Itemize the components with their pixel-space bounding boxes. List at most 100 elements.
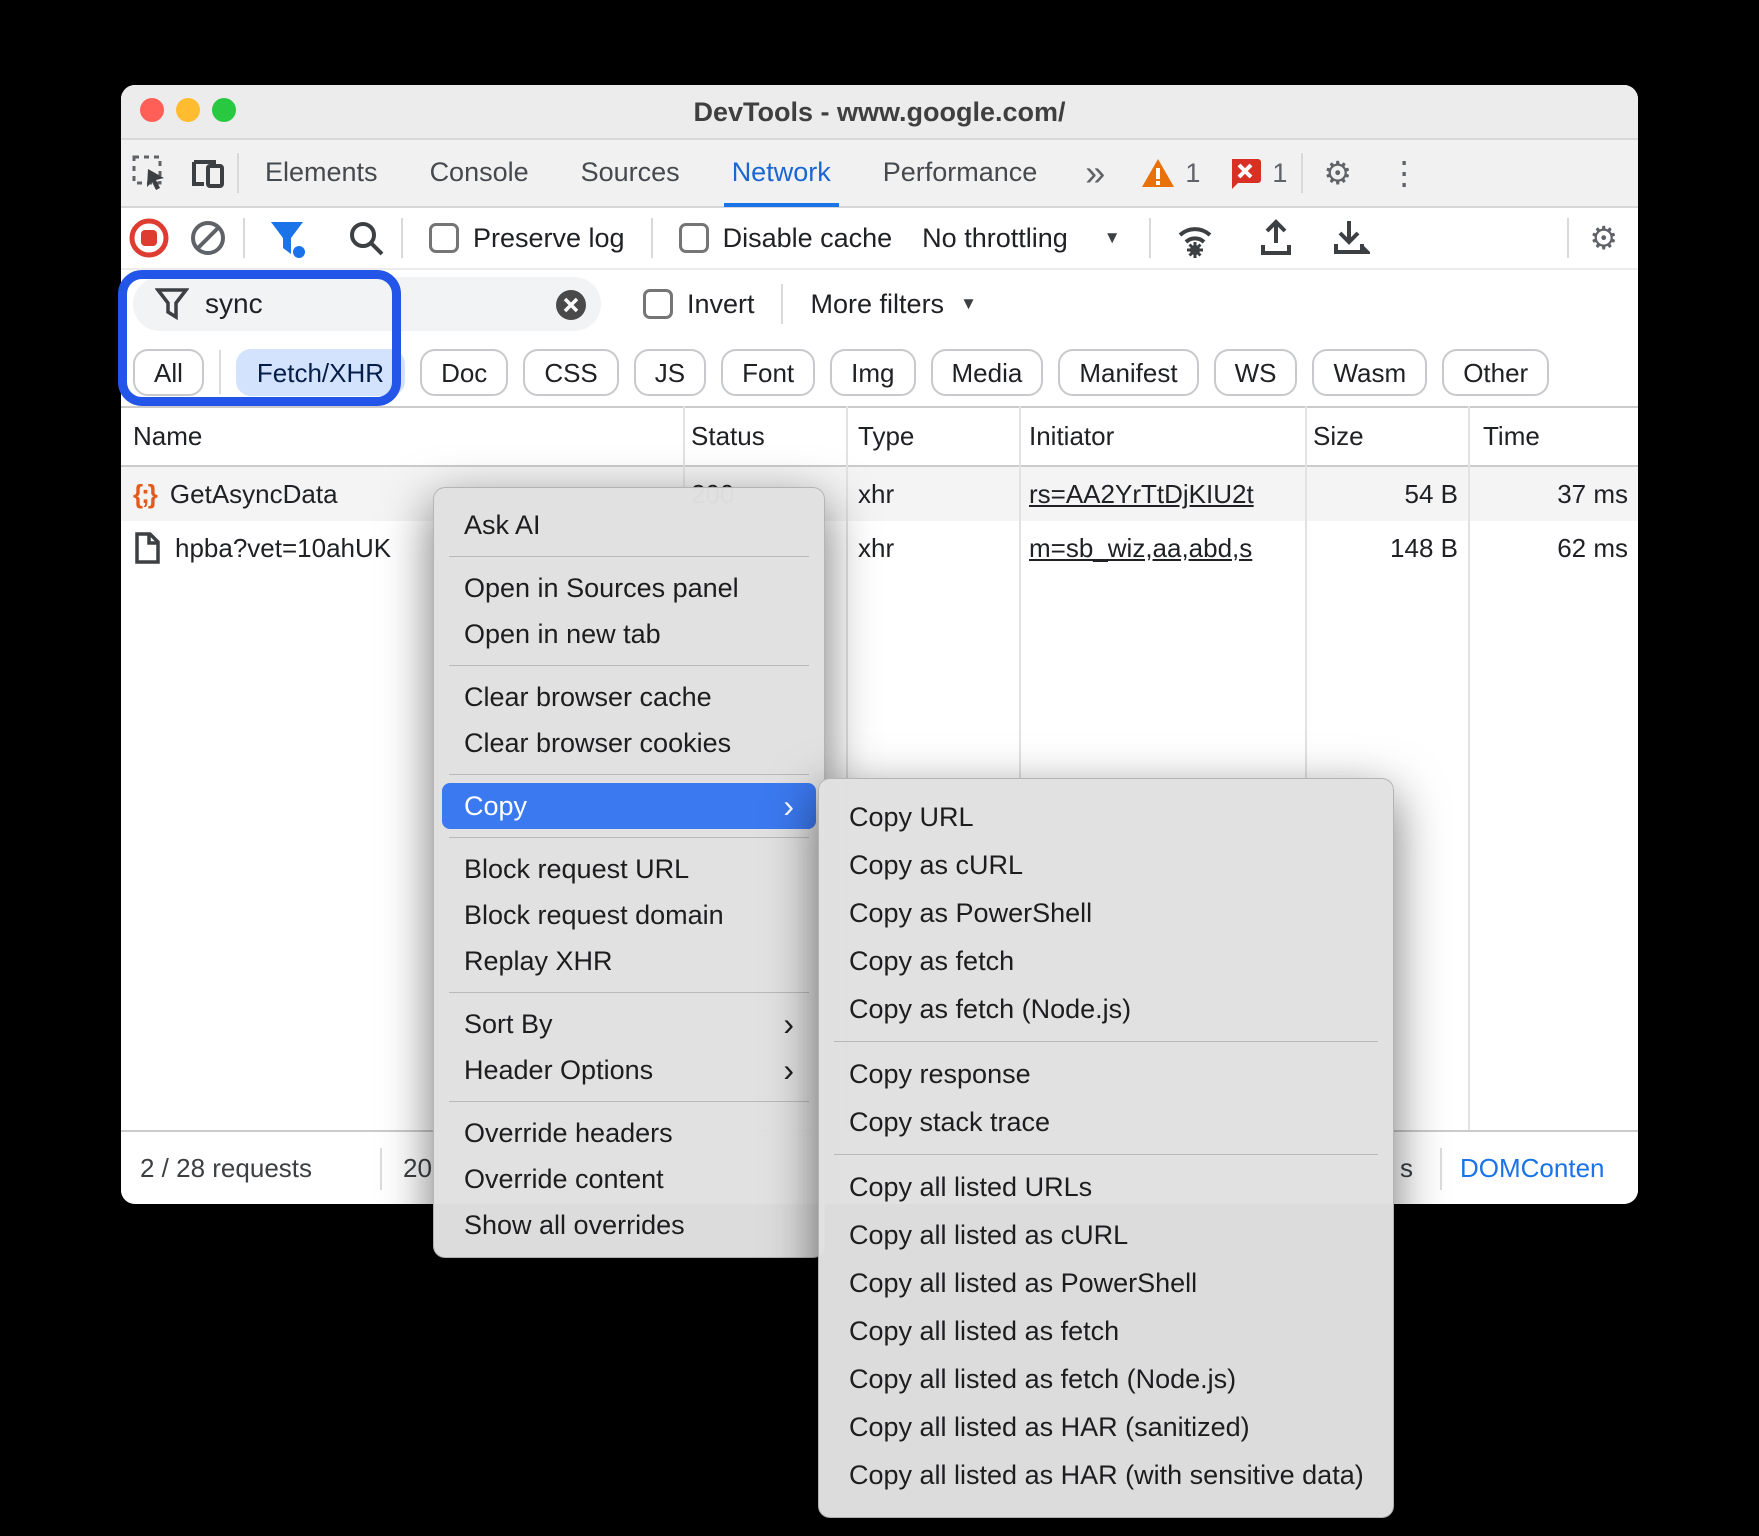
network-conditions-icon[interactable] [1151,217,1239,259]
menu-separator [449,837,809,838]
settings-gear-icon[interactable]: ⚙ [1303,141,1372,205]
requests-table-header: Name Status Type Initiator Size Time [121,408,1638,465]
column-header-time[interactable]: Time [1483,408,1540,465]
tab-console[interactable]: Console [404,139,555,207]
record-network-log-icon[interactable] [125,217,173,259]
domcontentloaded-label: DOMConten [1460,1132,1605,1204]
submenu-item-copy-as-fetch[interactable]: Copy as fetch [819,937,1393,985]
chip-img[interactable]: Img [830,349,915,396]
menu-item-open-in-new-tab[interactable]: Open in new tab [434,611,824,657]
submenu-item-copy-stack-trace[interactable]: Copy stack trace [819,1098,1393,1146]
copy-submenu: Copy URL Copy as cURL Copy as PowerShell… [818,778,1394,1518]
json-braces-icon: {;} [133,467,156,521]
table-row[interactable]: {;}GetAsyncData 200 xhr rs=AA2YrTtDjKIU2… [121,467,1638,521]
column-header-status[interactable]: Status [691,408,765,465]
tab-elements[interactable]: Elements [239,139,404,207]
kebab-menu-icon[interactable]: ⋮ [1372,141,1436,205]
menu-item-show-all-overrides[interactable]: Show all overrides [434,1202,824,1248]
throttling-select[interactable]: No throttling ▼ [922,223,1120,254]
submenu-item-copy-all-listed-as-har-sanitized[interactable]: Copy all listed as HAR (sanitized) [819,1403,1393,1451]
clear-filter-icon[interactable] [555,289,587,326]
funnel-icon [155,286,189,322]
chip-font[interactable]: Font [721,349,815,396]
menu-item-open-in-sources[interactable]: Open in Sources panel [434,565,824,611]
column-header-size[interactable]: Size [1313,408,1364,465]
table-row[interactable]: hpba?vet=10ahUK xhr m=sb_wiz,aa,abd,s 14… [121,521,1638,575]
more-tabs-icon[interactable]: » [1063,143,1127,203]
menu-item-block-request-domain[interactable]: Block request domain [434,892,824,938]
chip-manifest[interactable]: Manifest [1058,349,1198,396]
more-filters-label: More filters [811,289,945,320]
close-window-button[interactable] [140,98,164,122]
menu-separator [834,1154,1378,1155]
toolbar-divider [651,218,653,258]
clear-network-log-icon[interactable] [173,218,243,258]
submenu-item-copy-as-curl[interactable]: Copy as cURL [819,841,1393,889]
submenu-item-copy-all-listed-as-fetch-nodejs[interactable]: Copy all listed as fetch (Node.js) [819,1355,1393,1403]
error-bubble-icon [1228,157,1262,189]
request-name: GetAsyncData [170,467,338,521]
tab-sources[interactable]: Sources [555,139,706,207]
chip-all[interactable]: All [133,349,204,396]
chip-fetch-xhr[interactable]: Fetch/XHR [236,349,405,396]
filter-divider [781,284,783,324]
submenu-item-copy-all-listed-as-curl[interactable]: Copy all listed as cURL [819,1211,1393,1259]
preserve-log-checkbox[interactable]: Preserve log [429,223,625,254]
chip-media[interactable]: Media [931,349,1044,396]
submenu-item-copy-all-listed-as-fetch[interactable]: Copy all listed as fetch [819,1307,1393,1355]
filter-input[interactable]: sync [133,277,601,331]
statusbar-divider [1440,1148,1442,1190]
tab-network[interactable]: Network [706,139,857,207]
import-har-icon[interactable] [1313,216,1387,260]
menu-item-header-options[interactable]: Header Options› [434,1047,824,1093]
submenu-item-copy-url[interactable]: Copy URL [819,793,1393,841]
network-settings-gear-icon[interactable]: ⚙ [1569,209,1638,267]
menu-item-sort-by[interactable]: Sort By› [434,1001,824,1047]
submenu-item-copy-all-listed-as-har-sensitive[interactable]: Copy all listed as HAR (with sensitive d… [819,1451,1393,1499]
invert-checkbox[interactable]: Invert [643,289,755,320]
filter-toggle-icon[interactable] [245,216,331,260]
document-icon [133,532,161,564]
submenu-item-copy-as-powershell[interactable]: Copy as PowerShell [819,889,1393,937]
chip-other[interactable]: Other [1442,349,1549,396]
menu-item-override-content[interactable]: Override content [434,1156,824,1202]
export-har-icon[interactable] [1239,217,1313,259]
request-time-cell: 37 ms [1557,467,1628,521]
submenu-item-copy-response[interactable]: Copy response [819,1050,1393,1098]
column-header-initiator[interactable]: Initiator [1029,408,1114,465]
column-header-name[interactable]: Name [133,408,202,465]
menu-item-ask-ai[interactable]: Ask AI [434,502,824,548]
request-type-cell: xhr [858,521,894,575]
menu-item-replay-xhr[interactable]: Replay XHR [434,938,824,984]
tab-performance[interactable]: Performance [857,139,1064,207]
column-divider[interactable] [1468,406,1470,1130]
inspect-element-icon[interactable] [121,145,179,201]
zoom-window-button[interactable] [212,98,236,122]
chip-ws[interactable]: WS [1214,349,1298,396]
errors-badge[interactable]: 1 [1214,157,1301,189]
minimize-window-button[interactable] [176,98,200,122]
warnings-badge[interactable]: 1 [1127,158,1214,189]
chip-css[interactable]: CSS [523,349,618,396]
request-size-cell: 148 B [1390,521,1458,575]
request-initiator-link[interactable]: rs=AA2YrTtDjKIU2t [1029,467,1254,521]
search-icon[interactable] [331,218,401,258]
network-toolbar: Preserve log Disable cache No throttling… [121,208,1638,270]
request-initiator-link[interactable]: m=sb_wiz,aa,abd,s [1029,521,1252,575]
device-toolbar-icon[interactable] [179,145,237,201]
submenu-item-copy-all-listed-as-powershell[interactable]: Copy all listed as PowerShell [819,1259,1393,1307]
chip-wasm[interactable]: Wasm [1312,349,1427,396]
menu-item-override-headers[interactable]: Override headers [434,1110,824,1156]
menu-item-clear-browser-cookies[interactable]: Clear browser cookies [434,720,824,766]
more-filters-dropdown[interactable]: More filters ▼ [811,289,977,320]
submenu-item-copy-all-listed-urls[interactable]: Copy all listed URLs [819,1163,1393,1211]
column-header-type[interactable]: Type [858,408,914,465]
menu-item-copy[interactable]: Copy› [442,783,816,829]
requests-count: 2 / 28 requests [140,1132,312,1204]
chip-doc[interactable]: Doc [420,349,508,396]
menu-item-block-request-url[interactable]: Block request URL [434,846,824,892]
menu-item-clear-browser-cache[interactable]: Clear browser cache [434,674,824,720]
disable-cache-checkbox[interactable]: Disable cache [679,223,893,254]
submenu-item-copy-as-fetch-nodejs[interactable]: Copy as fetch (Node.js) [819,985,1393,1033]
chip-js[interactable]: JS [634,349,706,396]
